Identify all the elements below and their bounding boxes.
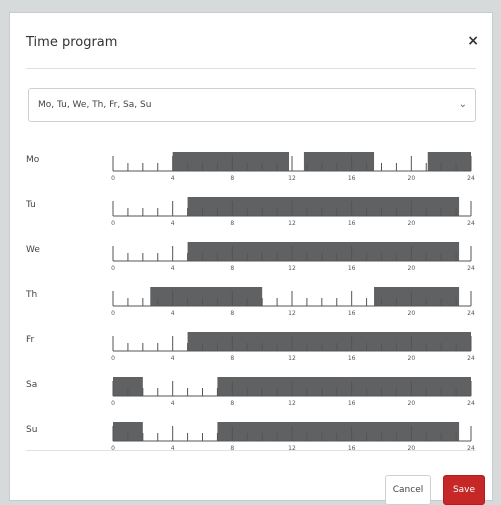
hour-tick-label: 20 — [408, 220, 416, 227]
schedule-block[interactable] — [187, 332, 472, 351]
hour-tick-label: 0 — [111, 355, 115, 362]
hour-tick-label: 0 — [111, 265, 115, 272]
close-icon[interactable]: × — [467, 33, 479, 49]
hour-tick-label: 16 — [348, 220, 356, 227]
hour-tick-label: 20 — [408, 175, 416, 182]
hour-tick-label: 0 — [111, 400, 115, 407]
hour-tick-label: 8 — [230, 265, 234, 272]
schedule-block[interactable] — [427, 152, 471, 171]
hour-tick-label: 24 — [467, 220, 475, 227]
schedule-block[interactable] — [303, 152, 375, 171]
schedule-block[interactable] — [187, 197, 460, 216]
hour-tick-label: 12 — [288, 175, 296, 182]
header-divider — [26, 68, 476, 69]
hour-tick-label: 4 — [171, 310, 175, 317]
schedule-block[interactable] — [374, 287, 460, 306]
time-program-dialog: Time program × Mo, Tu, We, Th, Fr, Sa, S… — [9, 12, 494, 505]
day-track-th[interactable]: 0 4 8 12 16 20 24 — [10, 286, 494, 326]
hour-tick-label: 4 — [171, 220, 175, 227]
hour-tick-label: 8 — [230, 355, 234, 362]
hour-tick-label: 8 — [230, 400, 234, 407]
hour-tick-label: 4 — [171, 175, 175, 182]
days-select[interactable]: Mo, Tu, We, Th, Fr, Sa, Su ⌄ — [28, 88, 476, 122]
hour-tick-label: 20 — [408, 400, 416, 407]
day-track-we[interactable]: 0 4 8 12 16 20 24 — [10, 241, 494, 281]
hour-tick-label: 12 — [288, 265, 296, 272]
hour-tick-label: 24 — [467, 400, 475, 407]
schedule-block[interactable] — [172, 152, 290, 171]
hour-tick-label: 4 — [171, 355, 175, 362]
hour-tick-label: 0 — [111, 220, 115, 227]
dialog-title: Time program — [26, 35, 118, 50]
hour-tick-label: 24 — [467, 265, 475, 272]
hour-tick-label: 12 — [288, 310, 296, 317]
hour-tick-label: 16 — [348, 310, 356, 317]
schedule-block[interactable] — [217, 422, 460, 441]
hour-tick-label: 20 — [408, 310, 416, 317]
hour-tick-label: 16 — [348, 355, 356, 362]
hour-tick-label: 24 — [467, 355, 475, 362]
day-track-su[interactable]: 0 4 8 12 16 20 24 — [10, 421, 494, 461]
hour-tick-label: 0 — [111, 175, 115, 182]
hour-tick-label: 12 — [288, 400, 296, 407]
schedule-block[interactable] — [150, 287, 263, 306]
hour-tick-label: 16 — [348, 175, 356, 182]
days-select-value: Mo, Tu, We, Th, Fr, Sa, Su — [38, 100, 152, 110]
hour-tick-label: 12 — [288, 355, 296, 362]
hour-tick-label: 8 — [230, 310, 234, 317]
hour-tick-label: 16 — [348, 400, 356, 407]
day-track-sa[interactable]: 0 4 8 12 16 20 24 — [10, 376, 494, 416]
hour-tick-label: 4 — [171, 265, 175, 272]
day-track-tu[interactable]: 0 4 8 12 16 20 24 — [10, 196, 494, 236]
hour-tick-label: 8 — [230, 175, 234, 182]
hour-tick-label: 20 — [408, 355, 416, 362]
footer-divider — [26, 450, 476, 451]
day-track-mo[interactable]: 0 4 8 12 16 20 24 — [10, 151, 494, 191]
hour-tick-label: 20 — [408, 265, 416, 272]
hour-tick-label: 0 — [111, 310, 115, 317]
hour-tick-label: 24 — [467, 310, 475, 317]
hour-tick-label: 8 — [230, 220, 234, 227]
schedule-block[interactable] — [187, 242, 460, 261]
hour-tick-label: 16 — [348, 265, 356, 272]
chevron-down-icon: ⌄ — [458, 99, 467, 110]
schedule-block[interactable] — [217, 377, 471, 396]
day-track-fr[interactable]: 0 4 8 12 16 20 24 — [10, 331, 494, 371]
hour-tick-label: 24 — [467, 175, 475, 182]
hour-tick-label: 12 — [288, 220, 296, 227]
hour-tick-label: 4 — [171, 400, 175, 407]
